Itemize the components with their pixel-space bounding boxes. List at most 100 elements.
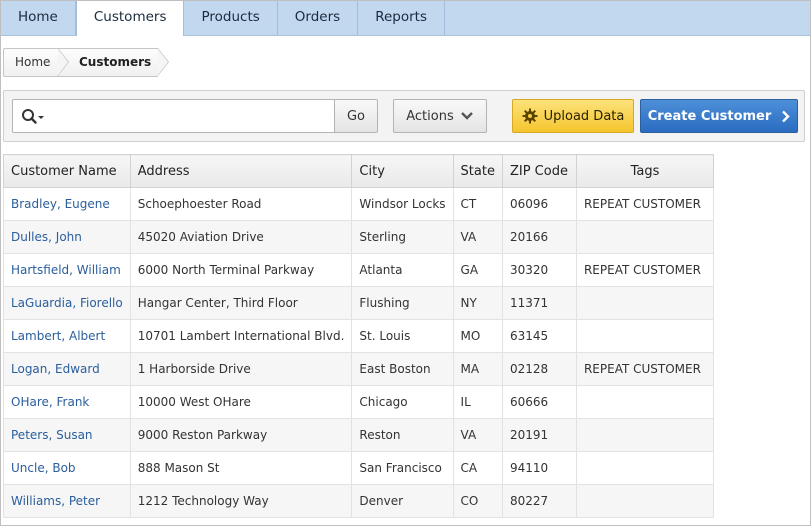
report-toolbar: Go Actions Upload Data Create Customer [3, 90, 805, 142]
cell-tags [575, 451, 714, 485]
upload-data-button[interactable]: Upload Data [512, 99, 634, 133]
table-row: Bradley, Eugene Schoephoester Road Windsor… [3, 187, 714, 221]
create-customer-button[interactable]: Create Customer [640, 99, 798, 133]
cell-tags [575, 484, 714, 518]
table-row: Logan, Edward 1 Harborside Drive East Bost… [3, 352, 714, 386]
search-box[interactable] [12, 99, 335, 133]
cell-state: CT [452, 187, 503, 221]
breadcrumb-home-label: Home [15, 55, 51, 69]
customer-name-link[interactable]: Lambert, Albert [11, 329, 105, 343]
column-header-city[interactable]: City [351, 154, 454, 188]
cell-tags [575, 286, 714, 320]
customer-name-link[interactable]: Bradley, Eugene [11, 197, 110, 211]
cell-city: San Francisco [351, 451, 454, 485]
customer-name-link[interactable]: LaGuardia, Fiorello [11, 296, 123, 310]
cell-zip-code: 94110 [501, 451, 577, 485]
customer-name-link[interactable]: OHare, Frank [11, 395, 89, 409]
tab-products[interactable]: Products [184, 1, 278, 35]
cell-tags [575, 418, 714, 452]
cell-zip-code: 11371 [501, 286, 577, 320]
cell-customer-name: Peters, Susan [3, 418, 131, 452]
cell-city: Windsor Locks [351, 187, 454, 221]
cell-city: St. Louis [351, 319, 454, 353]
customer-name-link[interactable]: Williams, Peter [11, 494, 100, 508]
tab-orders[interactable]: Orders [278, 1, 359, 35]
cell-state: IL [452, 385, 503, 419]
cell-city: East Boston [351, 352, 454, 386]
cell-state: CO [452, 484, 503, 518]
search-icon[interactable] [21, 108, 47, 126]
go-button-label: Go [346, 108, 366, 124]
customer-name-link[interactable]: Peters, Susan [11, 428, 93, 442]
cell-address: 1212 Technology Way [129, 484, 353, 518]
breadcrumb-home[interactable]: Home [3, 48, 69, 77]
cell-tags: REPEAT CUSTOMER [575, 187, 714, 221]
breadcrumb: Home Customers [3, 48, 169, 77]
cell-customer-name: LaGuardia, Fiorello [3, 286, 131, 320]
cell-customer-name: Dulles, John [3, 220, 131, 254]
customer-name-link[interactable]: Dulles, John [11, 230, 82, 244]
cell-zip-code: 20191 [501, 418, 577, 452]
cell-zip-code: 02128 [501, 352, 577, 386]
cell-address: 6000 North Terminal Parkway [129, 253, 353, 287]
cell-tags: REPEAT CUSTOMER [575, 352, 714, 386]
cell-state: MO [452, 319, 503, 353]
customer-name-link[interactable]: Hartsfield, William [11, 263, 121, 277]
customers-report: Customer Name Address City State ZIP Cod… [3, 154, 714, 518]
table-row: Peters, Susan 9000 Reston Parkway Reston VA… [3, 418, 714, 452]
cell-customer-name: Hartsfield, William [3, 253, 131, 287]
cell-customer-name: Logan, Edward [3, 352, 131, 386]
customer-name-link[interactable]: Logan, Edward [11, 362, 100, 376]
chevron-right-icon [782, 110, 790, 122]
cell-tags [575, 385, 714, 419]
cell-state: MA [452, 352, 503, 386]
app-window: Home Customers Products Orders Reports H… [0, 0, 811, 526]
cell-tags: REPEAT CUSTOMER [575, 253, 714, 287]
create-button-label: Create Customer [647, 108, 772, 124]
table-row: Uncle, Bob 888 Mason St San Francisco CA 941… [3, 451, 714, 485]
cell-zip-code: 20166 [501, 220, 577, 254]
actions-menu-button[interactable]: Actions [393, 99, 487, 133]
cell-customer-name: Uncle, Bob [3, 451, 131, 485]
cell-tags [575, 319, 714, 353]
customer-name-link[interactable]: Uncle, Bob [11, 461, 76, 475]
cell-address: Schoephoester Road [129, 187, 353, 221]
table-row: LaGuardia, Fiorello Hangar Center, Third … [3, 286, 714, 320]
report-header: Customer Name Address City State ZIP Cod… [3, 154, 714, 188]
cell-zip-code: 63145 [501, 319, 577, 353]
column-header-customer-name[interactable]: Customer Name [3, 154, 131, 188]
cell-customer-name: OHare, Frank [3, 385, 131, 419]
cell-customer-name: Bradley, Eugene [3, 187, 131, 221]
table-row: Hartsfield, William 6000 North Terminal P… [3, 253, 714, 287]
cell-city: Denver [351, 484, 454, 518]
cell-zip-code: 80227 [501, 484, 577, 518]
column-header-address[interactable]: Address [129, 154, 353, 188]
cell-state: VA [452, 220, 503, 254]
cell-address: 10000 West OHare [129, 385, 353, 419]
cell-tags [575, 220, 714, 254]
column-header-zip-code[interactable]: ZIP Code [501, 154, 577, 188]
cell-address: Hangar Center, Third Floor [129, 286, 353, 320]
breadcrumb-current: Customers [58, 48, 169, 77]
cell-state: GA [452, 253, 503, 287]
cell-address: 888 Mason St [129, 451, 353, 485]
cell-address: 45020 Aviation Drive [129, 220, 353, 254]
cell-city: Flushing [351, 286, 454, 320]
tab-home[interactable]: Home [1, 1, 76, 35]
table-row: Williams, Peter 1212 Technology Way Denver… [3, 484, 714, 518]
cell-state: CA [452, 451, 503, 485]
tab-reports[interactable]: Reports [358, 1, 445, 35]
cell-customer-name: Williams, Peter [3, 484, 131, 518]
search-input[interactable] [51, 104, 331, 128]
column-header-tags[interactable]: Tags [575, 154, 714, 188]
tab-customers[interactable]: Customers [75, 1, 185, 36]
cell-address: 10701 Lambert International Blvd. [129, 319, 353, 353]
chevron-down-icon [460, 112, 473, 120]
go-button[interactable]: Go [334, 99, 378, 133]
cell-address: 9000 Reston Parkway [129, 418, 353, 452]
column-header-state[interactable]: State [452, 154, 503, 188]
upload-button-label: Upload Data [543, 108, 625, 124]
top-nav: Home Customers Products Orders Reports [1, 1, 810, 36]
report-body: Bradley, Eugene Schoephoester Road Windsor… [3, 187, 714, 518]
cell-zip-code: 60666 [501, 385, 577, 419]
